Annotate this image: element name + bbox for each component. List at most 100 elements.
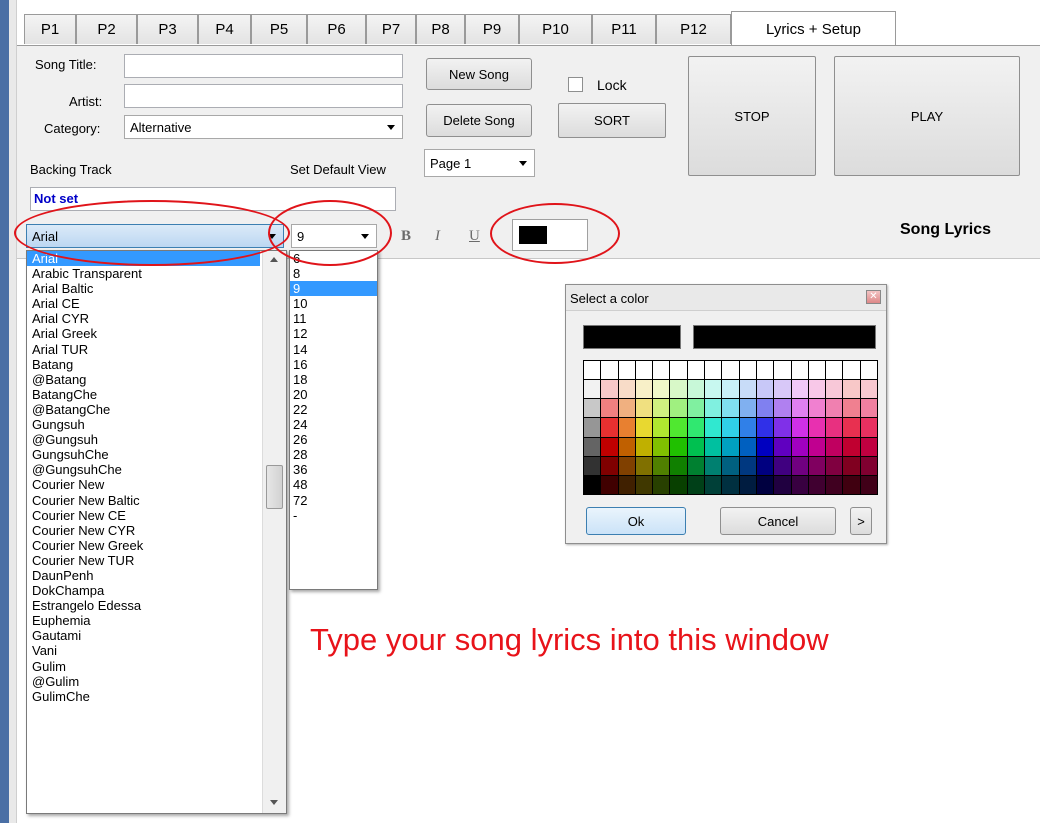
font-list-item[interactable]: DaunPenh: [27, 568, 260, 583]
color-swatch-cell[interactable]: [653, 399, 671, 419]
color-swatch-cell[interactable]: [653, 456, 671, 476]
font-size-list-item[interactable]: 11: [290, 311, 377, 326]
color-swatch-cell[interactable]: [705, 418, 723, 438]
color-swatch-cell[interactable]: [670, 380, 688, 400]
more-colors-button[interactable]: >: [850, 507, 872, 535]
color-swatch-cell[interactable]: [843, 418, 861, 438]
color-swatch-cell[interactable]: [653, 361, 671, 381]
font-list-item[interactable]: Euphemia: [27, 613, 260, 628]
stop-button[interactable]: STOP: [688, 56, 816, 176]
color-swatch-cell[interactable]: [722, 437, 740, 457]
color-swatch-cell[interactable]: [791, 399, 809, 419]
sort-button[interactable]: SORT: [558, 103, 666, 138]
tab-p11[interactable]: P11: [592, 14, 656, 44]
color-swatch-cell[interactable]: [670, 361, 688, 381]
color-swatch-cell[interactable]: [584, 437, 602, 457]
color-swatch-cell[interactable]: [705, 380, 723, 400]
color-swatch-cell[interactable]: [722, 380, 740, 400]
color-swatch-cell[interactable]: [670, 437, 688, 457]
font-size-list-item[interactable]: 14: [290, 342, 377, 357]
color-swatch-cell[interactable]: [774, 456, 792, 476]
underline-button[interactable]: U: [469, 228, 480, 245]
font-list-item[interactable]: Arial Baltic: [27, 281, 260, 296]
font-size-list-item[interactable]: 9: [290, 281, 377, 297]
font-list-item[interactable]: Estrangelo Edessa: [27, 598, 260, 613]
font-list-item[interactable]: Courier New CE: [27, 508, 260, 523]
font-list-item[interactable]: GulimChe: [27, 689, 260, 704]
color-swatch-cell[interactable]: [860, 361, 878, 381]
font-size-list-item[interactable]: 48: [290, 477, 377, 492]
color-swatch-cell[interactable]: [808, 380, 827, 400]
color-swatch-cell[interactable]: [601, 456, 619, 476]
color-swatch-cell[interactable]: [705, 475, 723, 495]
color-swatch-cell[interactable]: [653, 437, 671, 457]
color-swatch-cell[interactable]: [843, 437, 861, 457]
font-list-item[interactable]: Arabic Transparent: [27, 266, 260, 281]
color-swatch-cell[interactable]: [722, 475, 740, 495]
color-swatch-cell[interactable]: [618, 475, 636, 495]
font-list-item[interactable]: Arial CE: [27, 296, 260, 311]
color-swatch-cell[interactable]: [739, 399, 757, 419]
color-swatch-cell[interactable]: [826, 475, 844, 495]
color-swatch-cell[interactable]: [860, 399, 878, 419]
color-swatch-cell[interactable]: [635, 380, 654, 400]
font-size-list-item[interactable]: 18: [290, 372, 377, 387]
tab-p12[interactable]: P12: [656, 14, 731, 44]
color-swatch-cell[interactable]: [635, 437, 654, 457]
color-swatch-cell[interactable]: [826, 399, 844, 419]
color-swatch-cell[interactable]: [584, 361, 602, 381]
color-swatch-cell[interactable]: [601, 418, 619, 438]
tab-p10[interactable]: P10: [519, 14, 592, 44]
color-swatch-cell[interactable]: [739, 437, 757, 457]
font-size-list-item[interactable]: 24: [290, 417, 377, 432]
color-swatch-cell[interactable]: [860, 475, 878, 495]
font-size-list[interactable]: 6 8 9 10 11 12 14 16 18 20 22 24 26 28 36 48 72-: [289, 250, 378, 590]
color-swatch-cell[interactable]: [808, 437, 827, 457]
delete-song-button[interactable]: Delete Song: [426, 104, 532, 137]
color-swatch-cell[interactable]: [705, 399, 723, 419]
default-view-dropdown[interactable]: Page 1: [424, 149, 535, 177]
song-title-input[interactable]: [124, 54, 403, 78]
font-list-item[interactable]: @Batang: [27, 372, 260, 387]
font-list-item[interactable]: BatangChe: [27, 387, 260, 402]
color-swatch-cell[interactable]: [601, 437, 619, 457]
color-swatch-cell[interactable]: [791, 456, 809, 476]
font-list-item[interactable]: Arial CYR: [27, 311, 260, 326]
color-swatch-cell[interactable]: [687, 399, 706, 419]
color-swatch-cell[interactable]: [843, 399, 861, 419]
color-swatch-cell[interactable]: [774, 399, 792, 419]
color-swatch-cell[interactable]: [722, 418, 740, 438]
color-swatch-cell[interactable]: [722, 399, 740, 419]
font-list-item[interactable]: Batang: [27, 357, 260, 372]
category-dropdown[interactable]: Alternative: [124, 115, 403, 139]
scroll-down-icon[interactable]: [270, 800, 278, 805]
color-swatch-cell[interactable]: [687, 361, 706, 381]
color-swatch-cell[interactable]: [601, 361, 619, 381]
font-list-item[interactable]: DokChampa: [27, 583, 260, 598]
color-swatch-cell[interactable]: [722, 361, 740, 381]
close-icon[interactable]: ✕: [866, 290, 881, 304]
color-swatch-cell[interactable]: [601, 380, 619, 400]
scroll-up-icon[interactable]: [270, 257, 278, 262]
scroll-thumb[interactable]: [266, 465, 283, 509]
color-swatch-cell[interactable]: [791, 418, 809, 438]
font-list-item[interactable]: Gungsuh: [27, 417, 260, 432]
font-list-scrollbar[interactable]: [262, 251, 286, 813]
color-swatch-cell[interactable]: [618, 399, 636, 419]
color-swatch-cell[interactable]: [635, 418, 654, 438]
color-swatch-cell[interactable]: [618, 456, 636, 476]
color-swatch-cell[interactable]: [601, 475, 619, 495]
color-swatch-cell[interactable]: [843, 456, 861, 476]
color-swatch-cell[interactable]: [687, 475, 706, 495]
font-list-item[interactable]: @GungsuhChe: [27, 462, 260, 477]
ok-button[interactable]: Ok: [586, 507, 686, 535]
color-swatch-cell[interactable]: [670, 418, 688, 438]
tab-p8[interactable]: P8: [416, 14, 465, 44]
color-swatch-cell[interactable]: [653, 418, 671, 438]
font-list-item[interactable]: Gautami: [27, 628, 260, 643]
font-list-item[interactable]: @Gulim: [27, 674, 260, 689]
color-swatch-cell[interactable]: [739, 456, 757, 476]
color-swatch-cell[interactable]: [584, 380, 602, 400]
color-swatch-cell[interactable]: [808, 475, 827, 495]
color-swatch-cell[interactable]: [808, 418, 827, 438]
